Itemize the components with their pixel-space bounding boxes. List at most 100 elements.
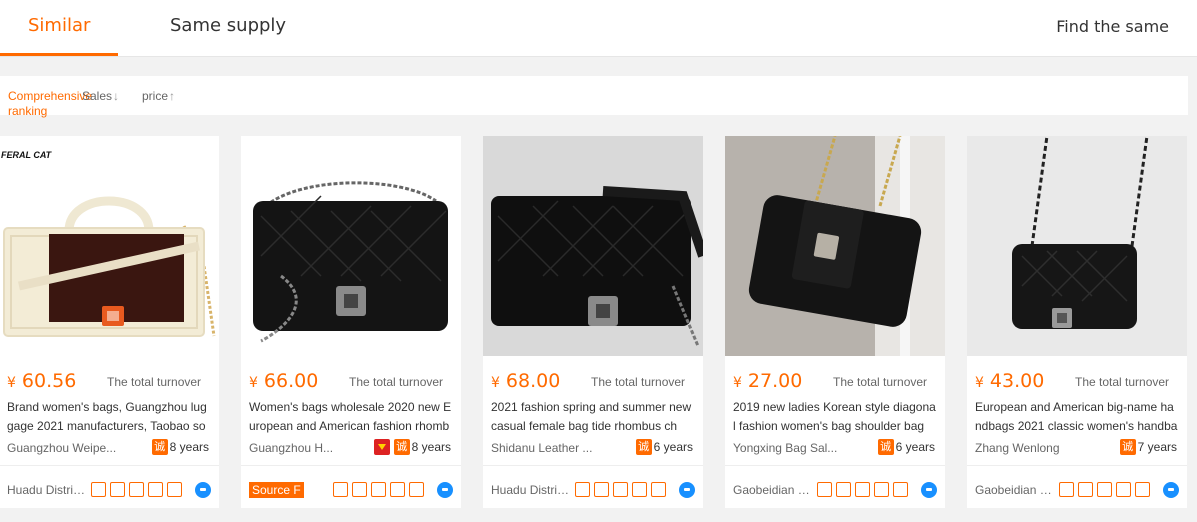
find-the-same-title: Find the same [1056, 17, 1169, 36]
arrow-up-icon: ↑ [169, 89, 176, 103]
service-badges [1059, 482, 1150, 497]
service-badge-icon [333, 482, 348, 497]
service-badges [333, 482, 424, 497]
product-image[interactable] [725, 136, 945, 356]
service-badge-icon [390, 482, 405, 497]
divider [967, 465, 1187, 466]
product-price: ¥27.00 [733, 370, 803, 392]
service-badge-icon [409, 482, 424, 497]
product-card[interactable]: ¥66.00 The total turnover Women's bags w… [241, 136, 461, 508]
product-title[interactable]: 2019 new ladies Korean style diagonal fa… [733, 398, 937, 434]
product-image[interactable] [483, 136, 703, 356]
service-badge-icon [167, 482, 182, 497]
total-turnover: The total turnover [107, 375, 202, 389]
product-title[interactable]: Women's bags wholesale 2020 new European… [249, 398, 453, 434]
cheng-badge-icon: 诚 [151, 439, 168, 455]
seller-years: 诚7 years [1119, 439, 1177, 455]
service-badges [575, 482, 666, 497]
service-badge-icon [836, 482, 851, 497]
shop-location: Gaobeidian Ci... [975, 483, 1055, 497]
chat-icon[interactable] [679, 482, 695, 498]
service-badge-icon [129, 482, 144, 497]
divider [0, 465, 219, 466]
cheng-badge-icon: 诚 [1119, 439, 1136, 455]
service-badge-icon [91, 482, 106, 497]
service-badge-icon [855, 482, 870, 497]
sort-comprehensive-ranking[interactable]: Comprehensive ranking [8, 89, 92, 119]
total-turnover: The total turnover [349, 375, 444, 389]
product-card[interactable]: ¥43.00 The total turnover European and A… [967, 136, 1187, 508]
product-title[interactable]: 2021 fashion spring and summer new casua… [491, 398, 695, 434]
shop-name[interactable]: Zhang Wenlong [975, 441, 1060, 455]
chat-icon[interactable] [921, 482, 937, 498]
service-badge-icon [575, 482, 590, 497]
chat-icon[interactable] [437, 482, 453, 498]
arrow-down-icon: ↓ [113, 89, 120, 103]
service-badge-icon [1059, 482, 1074, 497]
product-price: ¥66.00 [249, 370, 319, 392]
tab-same-supply[interactable]: Same supply [170, 15, 286, 36]
feral-cat-logo: FERAL CAT [1, 150, 52, 160]
sort-bar: Comprehensive ranking Sales↓ price↑ [0, 76, 1188, 118]
seller-years: 诚6 years [635, 439, 693, 455]
service-badge-icon [1097, 482, 1112, 497]
service-badge-icon [893, 482, 908, 497]
top-tab-bar: Similar Same supply Find the same [0, 0, 1197, 57]
service-badge-icon [110, 482, 125, 497]
product-image[interactable]: FERAL CAT [0, 136, 219, 356]
active-tab-underline [0, 53, 118, 56]
service-badge-icon [1116, 482, 1131, 497]
tab-similar[interactable]: Similar [28, 15, 90, 36]
product-card[interactable]: ¥68.00 The total turnover 2021 fashion s… [483, 136, 703, 508]
service-badge-icon [651, 482, 666, 497]
product-image[interactable] [241, 136, 461, 356]
cheng-badge-icon: 诚 [877, 439, 894, 455]
service-badge-icon [613, 482, 628, 497]
service-badge-icon [371, 482, 386, 497]
cheng-badge-icon: 诚 [635, 439, 652, 455]
service-badge-icon [874, 482, 889, 497]
service-badge-icon [1135, 482, 1150, 497]
service-badges [817, 482, 908, 497]
seller-years: 诚8 years [151, 439, 209, 455]
seller-years: 诚6 years [877, 439, 935, 455]
product-card[interactable]: ¥27.00 The total turnover 2019 new ladie… [725, 136, 945, 508]
shop-location: Huadu District... [491, 483, 571, 497]
product-price: ¥43.00 [975, 370, 1045, 392]
divider [241, 465, 461, 466]
cheng-badge-icon: 诚 [393, 439, 410, 455]
seller-years: 诚8 years [373, 439, 451, 455]
product-title[interactable]: European and American big-name handbags … [975, 398, 1179, 434]
sort-sales[interactable]: Sales↓ [82, 89, 119, 104]
shop-location: Gaobeidian Ci... [733, 483, 813, 497]
service-badges [91, 482, 182, 497]
product-title[interactable]: Brand women's bags, Guangzhou luggage 20… [7, 398, 211, 434]
product-card[interactable]: FERAL CAT ¥60.56 The total turnover Bran… [0, 136, 219, 508]
chat-icon[interactable] [195, 482, 211, 498]
product-image[interactable] [967, 136, 1187, 356]
sort-sales-label: Sales [82, 89, 113, 103]
service-badge-icon [1078, 482, 1093, 497]
shop-name[interactable]: Guangzhou Weipe... [7, 441, 116, 455]
chat-icon[interactable] [1163, 482, 1179, 498]
crown-icon [373, 439, 390, 455]
shop-location: Huadu District... [7, 483, 87, 497]
shop-name[interactable]: Shidanu Leather ... [491, 441, 592, 455]
service-badge-icon [594, 482, 609, 497]
product-price: ¥68.00 [491, 370, 561, 392]
service-badge-icon [632, 482, 647, 497]
sort-price[interactable]: price↑ [142, 89, 175, 104]
service-badge-icon [148, 482, 163, 497]
sort-price-label: price [142, 89, 169, 103]
total-turnover: The total turnover [833, 375, 928, 389]
shop-name[interactable]: Guangzhou H... [249, 441, 333, 455]
product-price: ¥60.56 [7, 370, 77, 392]
divider [483, 465, 703, 466]
divider [725, 465, 945, 466]
source-factory-badge: Source F [249, 482, 304, 498]
service-badge-icon [817, 482, 832, 497]
shop-name[interactable]: Yongxing Bag Sal... [733, 441, 837, 455]
total-turnover: The total turnover [1075, 375, 1170, 389]
total-turnover: The total turnover [591, 375, 686, 389]
service-badge-icon [352, 482, 367, 497]
